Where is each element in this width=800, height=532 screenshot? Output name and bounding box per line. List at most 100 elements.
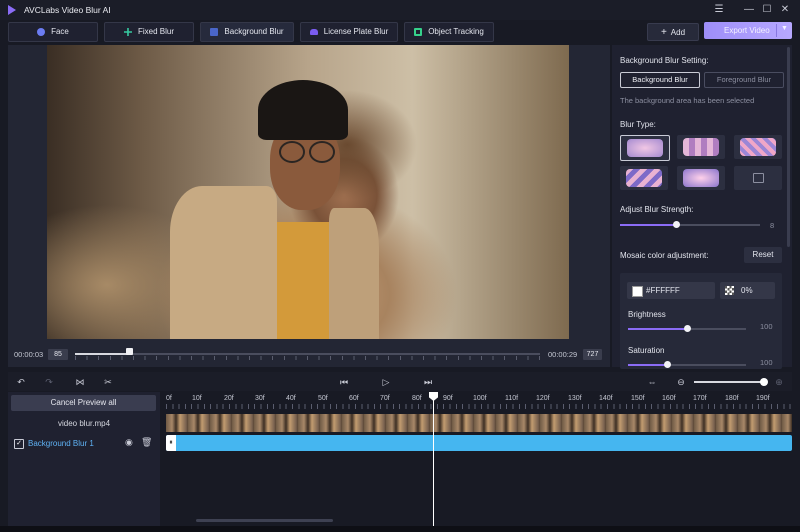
ruler-label: 190f [756,395,770,402]
chevron-down-icon[interactable]: ▼ [781,25,788,32]
ruler-label: 40f [286,395,296,402]
app-title: AVCLabs Video Blur AI [24,5,111,15]
fixed-blur-mode-button[interactable]: Fixed Blur [104,22,194,42]
fit-timeline-icon[interactable]: ⇔ [646,376,658,388]
saturation-value: 100 [760,358,773,367]
minimize-button[interactable]: — [742,3,756,17]
ruler-label: 30f [255,395,265,402]
car-icon [309,29,318,35]
face-mode-label: Face [51,27,69,36]
video-subject-jacket-left [170,186,277,339]
ruler-label: 140f [599,395,613,402]
total-time: 00:00:29 [548,350,578,359]
track-handle-icon[interactable]: ⏸ [166,435,176,451]
settings-scrollbar[interactable] [787,47,790,247]
plus-icon: + [660,26,667,38]
object-tracking-mode-button[interactable]: Object Tracking [404,22,494,42]
brightness-fill [628,328,687,330]
saturation-fill [628,364,667,366]
ruler-label: 110f [505,395,519,402]
current-frame-field[interactable]: 85 [48,349,68,360]
license-plate-mode-label: License Plate Blur [323,27,389,36]
ruler-ticks [166,404,792,409]
target-icon [414,28,423,36]
export-divider [776,24,777,37]
background-blur-mode-label: Background Blur [224,27,284,36]
ruler-label: 160f [662,395,676,402]
export-video-button[interactable]: Export Video ▼ [704,22,792,39]
face-icon [37,28,46,36]
blur-type-custom-image[interactable] [734,166,782,190]
license-plate-mode-button[interactable]: License Plate Blur [300,22,398,42]
ruler-label: 10f [192,395,202,402]
blur-type-glass[interactable] [620,166,668,190]
transparency-icon [725,286,734,295]
image-add-icon [753,173,764,183]
object-tracking-mode-label: Object Tracking [428,27,484,36]
ruler-label: 120f [536,395,550,402]
foreground-blur-toggle[interactable]: Foreground Blur [704,72,784,88]
cancel-preview-all-button[interactable]: Cancel Preview all [11,395,156,411]
next-frame-icon[interactable]: ⏭ [422,376,434,388]
crosshair-icon [123,28,132,36]
add-label: Add [670,27,686,37]
zoom-out-icon[interactable]: ⊖ [675,376,687,388]
video-file-label: video blur.mp4 [58,419,111,428]
ruler-label: 60f [349,395,359,402]
zoom-slider-track[interactable] [694,381,764,383]
maximize-button[interactable]: ☐ [760,3,774,17]
brightness-label: Brightness [628,310,666,319]
opacity-value: 0% [741,286,753,295]
zoom-in-icon[interactable]: ⊕ [773,376,785,388]
layer-label[interactable]: Background Blur 1 [28,439,94,448]
title-bar [0,0,800,20]
current-time: 00:00:03 [14,350,44,359]
video-subject-jacket-right [329,208,379,339]
saturation-knob[interactable] [664,361,671,368]
ruler-label: 90f [443,395,453,402]
redo-icon[interactable]: ↷ [43,376,55,388]
total-frames-field: 727 [583,349,602,360]
scrubber-track[interactable] [75,353,540,355]
video-filmstrip[interactable] [166,414,792,432]
blur-strength-knob[interactable] [673,221,680,228]
ruler-label: 170f [693,395,707,402]
trash-icon[interactable]: 🗑 [141,437,152,448]
color-value: #FFFFFF [646,286,680,295]
undo-icon[interactable]: ↶ [15,376,27,388]
ruler-label: 0f [166,395,172,402]
blur-strength-fill [620,224,676,226]
background-blur-mode-button[interactable]: Background Blur [200,22,294,42]
zoom-slider-knob[interactable] [760,378,768,386]
split-icon[interactable]: ⋈ [74,376,86,388]
play-icon[interactable]: ▷ [380,376,392,388]
video-subject-hat [258,80,348,140]
close-button[interactable]: ✕ [778,3,792,17]
color-swatch-icon[interactable] [632,286,643,297]
video-subject-shirt [277,222,329,339]
reset-button[interactable]: Reset [744,247,782,263]
add-button[interactable]: + Add [647,23,699,41]
eye-icon[interactable]: ◉ [125,437,133,448]
mosaic-color-label: Mosaic color adjustment: [620,251,709,260]
blur-type-mosaic[interactable] [677,135,725,159]
background-blur-track[interactable] [166,435,792,451]
brightness-value: 100 [760,322,773,331]
face-mode-button[interactable]: Face [8,22,98,42]
blur-type-pixel[interactable] [734,135,782,159]
menu-icon[interactable]: ☰ [712,3,726,17]
window-bottom-edge [0,526,800,532]
brightness-knob[interactable] [684,325,691,332]
blur-type-gaussian[interactable] [620,135,670,161]
background-blur-toggle[interactable]: Background Blur [620,72,700,88]
previous-frame-icon[interactable]: ⏮ [338,376,350,388]
video-subject-glasses-left [279,141,305,163]
cut-icon[interactable]: ✂ [102,376,114,388]
timeline-scrollbar[interactable] [196,519,333,522]
layer-checkbox[interactable]: ✓ [14,439,24,449]
playhead-line[interactable] [433,392,434,526]
scrubber-handle[interactable] [126,348,133,355]
ruler-label: 80f [412,395,422,402]
blur-type-frosted[interactable] [677,166,725,190]
timeline-ruler[interactable]: 0f 10f 20f 30f 40f 50f 60f 70f 80f 90f 1… [162,392,792,412]
